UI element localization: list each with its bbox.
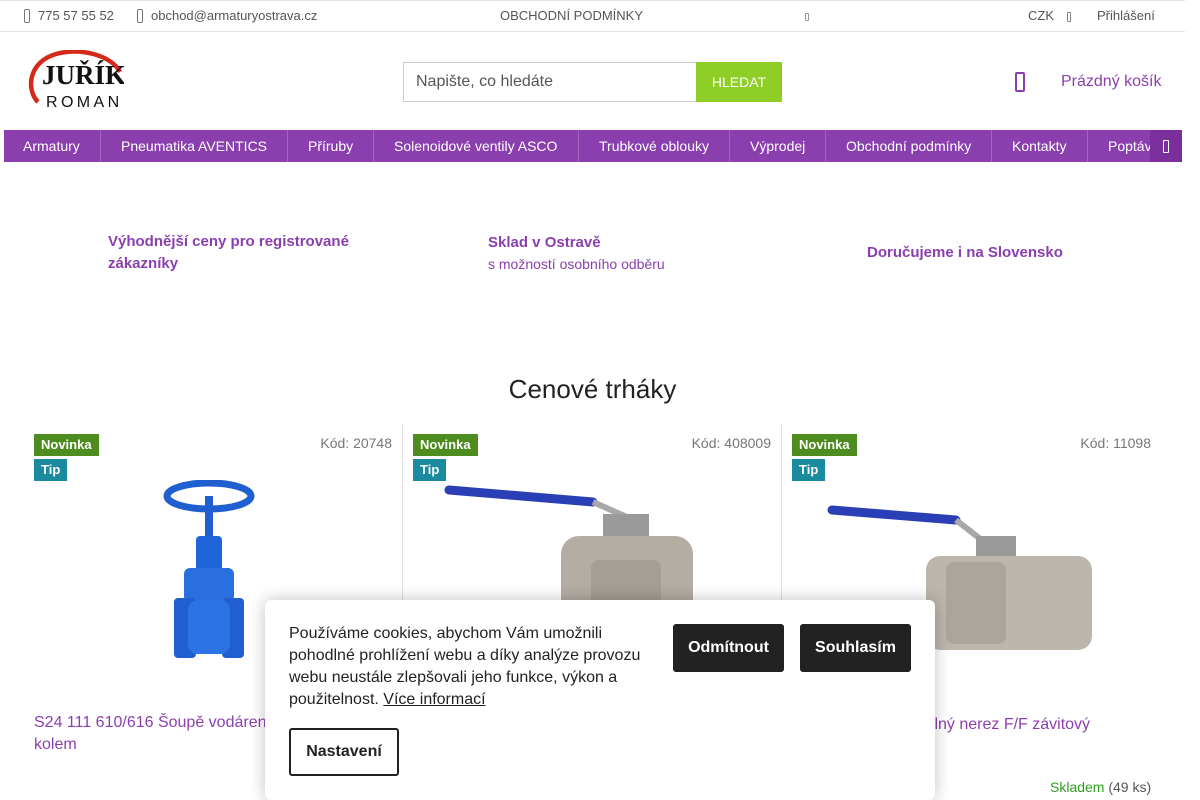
phone-icon — [24, 8, 30, 23]
more-icon[interactable] — [805, 13, 809, 21]
benefit-subtitle: s možností osobního odběru — [488, 256, 665, 272]
nav-item-pneumatika[interactable]: Pneumatika AVENTICS — [121, 130, 267, 162]
benefit-slovakia-delivery: Doručujeme i na Slovensko — [867, 244, 1063, 261]
product-code: Kód: 20748 — [320, 435, 392, 451]
flag-new-badge: Novinka — [792, 434, 857, 456]
chevron-down-icon[interactable] — [1067, 12, 1071, 22]
stock-count: (49 ks) — [1108, 779, 1152, 795]
nav-divider — [1087, 130, 1088, 162]
search-button[interactable]: HLEDAT — [696, 62, 782, 102]
benefit-warehouse: Sklad v Ostravě s možností osobního odbě… — [488, 232, 665, 274]
cookie-text: Používáme cookies, abychom Vám umožnili … — [289, 623, 659, 711]
cookie-decline-button[interactable]: Odmítnout — [673, 624, 784, 672]
logo[interactable]: JUŘÍK ROMAN — [24, 50, 124, 112]
email-icon — [137, 8, 143, 23]
logo-subname: ROMAN — [46, 94, 123, 111]
flag-new-badge: Novinka — [34, 434, 99, 456]
nav-item-obchodni-podminky[interactable]: Obchodní podmínky — [846, 130, 971, 162]
email-address[interactable]: obchod@armaturyostrava.cz — [151, 8, 317, 23]
main-navigation: Armatury Pneumatika AVENTICS Příruby Sol… — [4, 130, 1182, 162]
benefit-registered-prices: Výhodnější ceny pro registrované zákazní… — [108, 231, 349, 275]
logo-name: JUŘÍK — [42, 60, 124, 90]
nav-divider — [578, 130, 579, 162]
flag-tip-badge: Tip — [792, 459, 826, 481]
flag-tip-badge: Tip — [34, 459, 68, 481]
cookie-accept-button[interactable]: Souhlasím — [800, 624, 911, 672]
nav-item-vyprodej[interactable]: Výprodej — [750, 130, 805, 162]
phone-contact[interactable]: 775 57 55 52 — [24, 8, 114, 23]
benefit-title: Výhodnější ceny pro registrované — [108, 233, 349, 250]
nav-item-armatury[interactable]: Armatury — [23, 130, 80, 162]
nav-divider — [825, 130, 826, 162]
product-code: Kód: 11098 — [1080, 435, 1151, 451]
email-contact[interactable]: obchod@armaturyostrava.cz — [137, 8, 317, 23]
nav-item-priruby[interactable]: Příruby — [308, 130, 353, 162]
stock-status: Skladem (49 ks) — [1050, 779, 1151, 795]
nav-divider — [991, 130, 992, 162]
flag-new-badge: Novinka — [413, 434, 478, 456]
flag-tip-badge: Tip — [413, 459, 447, 481]
top-bar: 775 57 55 52 obchod@armaturyostrava.cz O… — [0, 0, 1185, 32]
terms-link[interactable]: OBCHODNÍ PODMÍNKY — [500, 8, 643, 23]
benefit-title-cont: zákazníky — [108, 255, 179, 272]
nav-divider — [100, 130, 101, 162]
search-input[interactable] — [403, 62, 697, 102]
login-link[interactable]: Přihlášení — [1097, 8, 1155, 23]
nav-divider — [729, 130, 730, 162]
section-title: Cenové trháky — [508, 374, 677, 404]
nav-divider — [287, 130, 288, 162]
nav-item-kontakty[interactable]: Kontakty — [1012, 130, 1066, 162]
nav-divider — [373, 130, 374, 162]
product-image[interactable] — [154, 480, 264, 670]
nav-scroll-right-button[interactable] — [1150, 130, 1182, 162]
cookie-more-info-link[interactable]: Více informací — [383, 691, 485, 708]
cookie-banner: Používáme cookies, abychom Vám umožnili … — [265, 600, 935, 800]
nav-item-poptavka[interactable]: Poptáv — [1108, 130, 1152, 162]
product-name[interactable]: ílný nerez F/F závitový — [930, 714, 1090, 736]
cookie-settings-button[interactable]: Nastavení — [289, 728, 399, 776]
cart-link[interactable]: Prázdný košík — [1061, 73, 1161, 91]
benefit-title: Sklad v Ostravě — [488, 234, 601, 251]
cart-icon[interactable] — [1015, 72, 1025, 92]
nav-item-solenoidove-ventily[interactable]: Solenoidové ventily ASCO — [394, 130, 557, 162]
phone-number[interactable]: 775 57 55 52 — [38, 8, 114, 23]
nav-item-trubkove-oblouky[interactable]: Trubkové oblouky — [599, 130, 709, 162]
product-code: Kód: 408009 — [691, 435, 771, 451]
currency-selector[interactable]: CZK — [1028, 8, 1054, 23]
stock-label: Skladem — [1050, 779, 1105, 795]
